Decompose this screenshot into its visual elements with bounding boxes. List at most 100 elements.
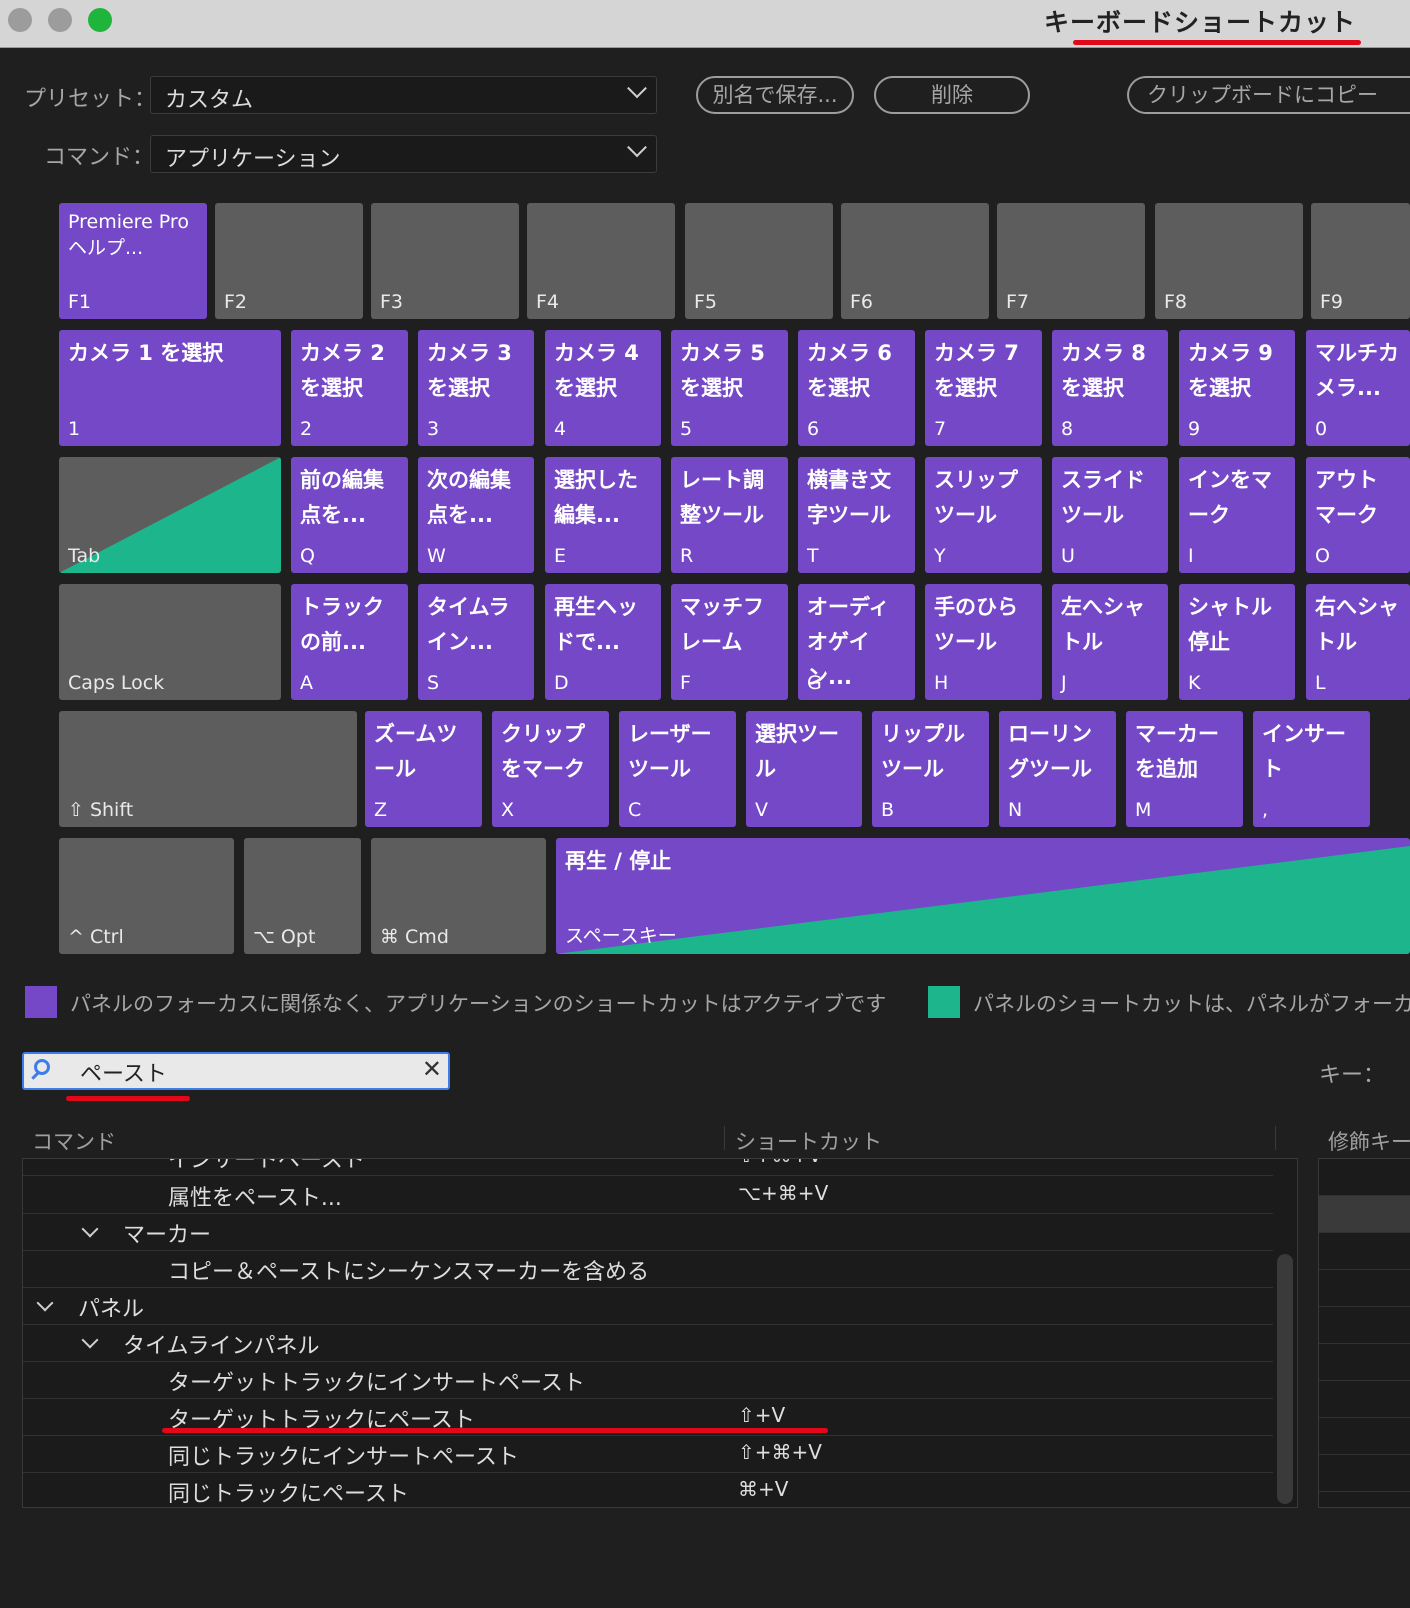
- key-i[interactable]: インをマ ーク I: [1179, 457, 1295, 573]
- key-0[interactable]: マルチカ メラ... 0: [1306, 330, 1410, 446]
- chevron-down-icon[interactable]: [36, 1294, 54, 1312]
- chevron-down-icon[interactable]: [81, 1331, 99, 1349]
- key-x[interactable]: クリップ をマーク X: [492, 711, 609, 827]
- table-row[interactable]: マーカー: [23, 1214, 1273, 1251]
- key-g-command: オーディ オゲイン...: [807, 595, 890, 689]
- key-f[interactable]: マッチフ レーム F: [671, 584, 788, 700]
- key-r[interactable]: レート調 整ツール R: [671, 457, 788, 573]
- key-tab[interactable]: Tab: [59, 457, 281, 573]
- search-input[interactable]: [78, 1056, 402, 1088]
- key-f3[interactable]: F3: [371, 203, 519, 319]
- copy-to-clipboard-button[interactable]: クリップボードにコピー: [1127, 76, 1410, 114]
- key-6[interactable]: カメラ 6 を選択 6: [798, 330, 915, 446]
- key-6-label: 6: [807, 418, 820, 440]
- table-row[interactable]: インサートペースト ⇧+⌘+V: [23, 1158, 1273, 1176]
- key-3[interactable]: カメラ 3 を選択 3: [418, 330, 534, 446]
- key-f6[interactable]: F6: [841, 203, 989, 319]
- key-5[interactable]: カメラ 5 を選択 5: [671, 330, 788, 446]
- table-row[interactable]: 属性をペースト... ⌥+⌘+V: [23, 1177, 1273, 1214]
- delete-button[interactable]: 削除: [874, 76, 1030, 114]
- key-k-command: シャトル 停止: [1188, 595, 1272, 654]
- key-e[interactable]: 選択した 編集... E: [545, 457, 661, 573]
- key-4-label: 4: [554, 418, 567, 440]
- key-c[interactable]: レーザー ツール C: [619, 711, 736, 827]
- key-l[interactable]: 右へシャ トル L: [1306, 584, 1410, 700]
- key-space[interactable]: 再生 / 停止 スペースキー: [556, 838, 1410, 954]
- modifier-cell[interactable]: [1319, 1196, 1410, 1233]
- key-s[interactable]: タイムラ イン... S: [418, 584, 534, 700]
- save-as-button[interactable]: 別名で保存...: [696, 76, 854, 114]
- clear-search-icon[interactable]: ✕: [422, 1055, 442, 1083]
- key-f9-label: F9: [1320, 291, 1344, 313]
- column-header-shortcut[interactable]: ショートカット: [735, 1126, 882, 1156]
- key-shift[interactable]: ⇧ Shift: [59, 711, 357, 827]
- app-shortcut-swatch: [25, 986, 57, 1018]
- key-q[interactable]: 前の編集 点を... Q: [291, 457, 408, 573]
- column-divider[interactable]: [1275, 1126, 1276, 1150]
- key-t[interactable]: 横書き文 字ツール T: [798, 457, 915, 573]
- key-1[interactable]: カメラ 1 を選択 1: [59, 330, 281, 446]
- key-3-command: カメラ 3 を選択: [427, 341, 512, 400]
- key-r-label: R: [680, 545, 694, 567]
- key-8-command: カメラ 8 を選択: [1061, 341, 1146, 400]
- key-h[interactable]: 手のひら ツール H: [925, 584, 1042, 700]
- row-shortcut: ⌥+⌘+V: [738, 1181, 829, 1205]
- key-8[interactable]: カメラ 8 を選択 8: [1052, 330, 1168, 446]
- key-4[interactable]: カメラ 4 を選択 4: [545, 330, 661, 446]
- chevron-down-icon[interactable]: [81, 1220, 99, 1238]
- column-header-command[interactable]: コマンド: [32, 1126, 116, 1156]
- table-row[interactable]: パネル: [23, 1288, 1273, 1325]
- key-w[interactable]: 次の編集 点を... W: [418, 457, 534, 573]
- table-row[interactable]: コピー＆ペーストにシーケンスマーカーを含める: [23, 1251, 1273, 1288]
- key-n[interactable]: ローリン グツール N: [999, 711, 1116, 827]
- modifier-cell: [1319, 1344, 1410, 1381]
- key-9[interactable]: カメラ 9 を選択 9: [1179, 330, 1295, 446]
- key-u-label: U: [1061, 545, 1075, 567]
- key-f1[interactable]: Premiere Pro ヘルプ... F1: [59, 203, 207, 319]
- key-f2[interactable]: F2: [215, 203, 363, 319]
- key-caps-lock[interactable]: Caps Lock: [59, 584, 281, 700]
- key-7[interactable]: カメラ 7 を選択 7: [925, 330, 1042, 446]
- preset-dropdown[interactable]: カスタム: [150, 76, 657, 114]
- row-shortcut: ⇧+V: [738, 1403, 786, 1427]
- zoom-window-button[interactable]: [88, 8, 112, 32]
- key-comma[interactable]: インサー ト,: [1253, 711, 1370, 827]
- table-row[interactable]: 同じトラックにインサートペースト ⇧+⌘+V: [23, 1436, 1273, 1473]
- key-o[interactable]: アウト マーク O: [1306, 457, 1410, 573]
- key-f5-label: F5: [694, 291, 718, 313]
- key-f8[interactable]: F8: [1155, 203, 1303, 319]
- key-v[interactable]: 選択ツー ル V: [746, 711, 862, 827]
- table-scrollbar[interactable]: [1277, 1254, 1293, 1504]
- row-command: インサートペースト: [168, 1158, 365, 1173]
- key-m[interactable]: マーカー を追加 M: [1126, 711, 1243, 827]
- minimize-window-button[interactable]: [48, 8, 72, 32]
- key-f5[interactable]: F5: [685, 203, 833, 319]
- key-a[interactable]: トラック の前... A: [291, 584, 408, 700]
- table-row[interactable]: 同じトラックにペースト ⌘+V: [23, 1473, 1273, 1507]
- key-b[interactable]: リップル ツール B: [872, 711, 989, 827]
- key-u[interactable]: スライド ツール U: [1052, 457, 1168, 573]
- key-0-label: 0: [1315, 418, 1328, 440]
- table-row[interactable]: タイムラインパネル: [23, 1325, 1273, 1362]
- key-f9[interactable]: F9: [1311, 203, 1410, 319]
- key-z[interactable]: ズームツ ール Z: [365, 711, 482, 827]
- key-j[interactable]: 左へシャ トル J: [1052, 584, 1168, 700]
- key-g[interactable]: オーディ オゲイン... G: [798, 584, 915, 700]
- row-command: ターゲットトラックにインサートペースト: [168, 1371, 585, 1396]
- key-k[interactable]: シャトル 停止 K: [1179, 584, 1295, 700]
- key-opt[interactable]: ⌥ Opt: [244, 838, 361, 954]
- key-2[interactable]: カメラ 2 を選択 2: [291, 330, 408, 446]
- key-ctrl[interactable]: ^ Ctrl: [59, 838, 234, 954]
- close-window-button[interactable]: [8, 8, 32, 32]
- column-divider[interactable]: [724, 1126, 725, 1150]
- key-d[interactable]: 再生ヘッ ドで... D: [545, 584, 661, 700]
- table-row[interactable]: ターゲットトラックにインサートペースト: [23, 1362, 1273, 1399]
- key-l-command: 右へシャ トル: [1315, 595, 1399, 654]
- key-f4[interactable]: F4: [527, 203, 675, 319]
- key-f7[interactable]: F7: [997, 203, 1145, 319]
- search-icon: [34, 1059, 50, 1075]
- key-g-label: G: [807, 672, 822, 694]
- key-y[interactable]: スリップ ツール Y: [925, 457, 1042, 573]
- key-cmd[interactable]: ⌘ Cmd: [371, 838, 546, 954]
- command-dropdown[interactable]: アプリケーション: [150, 135, 657, 173]
